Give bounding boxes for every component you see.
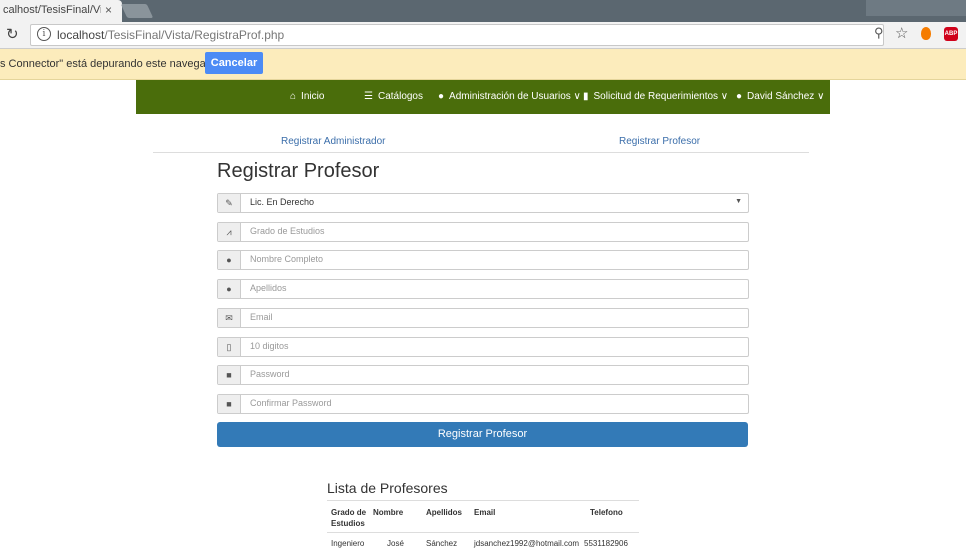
table-cell: José [387,539,404,548]
telefono-input[interactable]: ▯ 10 digitos [217,337,749,357]
confirm-password-placeholder: Confirmar Password [250,398,332,408]
app-navbar: ⌂ Inicio ☰ Catálogos ● Administración de Us… [136,80,830,114]
apellidos-placeholder: Apellidos [250,283,287,293]
confirm-password-input[interactable]: ■ Confirmar Password [217,394,749,414]
password-placeholder: Password [250,369,290,379]
adblock-icon[interactable]: ABP [944,27,958,41]
phone-icon: ▯ [218,338,241,356]
zoom-icon[interactable]: ⚲ [874,25,884,41]
user-icon: ● [218,280,241,298]
lock-icon: ■ [218,395,241,413]
user-icon: ● [218,251,241,269]
cancel-button[interactable]: Cancelar [205,52,263,74]
list-icon: ☰ [364,91,373,102]
extension-flame-icon[interactable] [921,27,931,40]
debug-message: s Connector" está depurando este navegad… [0,58,225,70]
file-icon: ▮ [583,91,589,102]
table-cell: Sánchez [426,539,458,548]
nav-item-inicio[interactable]: ⌂ Inicio [290,91,324,102]
nav-item-catalogos[interactable]: ☰ Catálogos [364,91,423,102]
star-icon[interactable]: ☆ [895,24,908,42]
table-cell: Ingeniero [331,539,365,548]
table-divider [327,500,639,501]
carrera-value: Lic. En Derecho [250,197,315,207]
graduation-cap-icon: ⩘ [218,223,241,241]
email-placeholder: Email [250,312,273,322]
page-title: Registrar Profesor [217,160,380,182]
carrera-select[interactable]: ✎ Lic. En Derecho ▼ [217,193,749,213]
nombre-completo-input[interactable]: ● Nombre Completo [217,250,749,270]
password-input[interactable]: ■ Password [217,365,749,385]
reload-icon[interactable]: ↻ [6,25,19,43]
table-cell: 5531182906 [584,539,628,548]
table-cell: jdsanchez1992@hotmail.com [474,539,580,548]
telefono-placeholder: 10 digitos [250,341,289,351]
info-icon[interactable]: i [37,27,51,41]
nombre-placeholder: Nombre Completo [250,254,324,264]
user-icon: ● [438,91,445,102]
new-tab-button[interactable] [120,4,154,18]
tab-title: calhost/TesisFinal/Vista [3,4,101,16]
url-text: localhost/TesisFinal/Vista/RegistraProf.… [57,28,285,42]
nav-item-administracion[interactable]: ● Administración de Usuarios ∨ [438,91,581,102]
email-input[interactable]: ✉ Email [217,308,749,328]
browser-toolbar: ↻ i localhost/TesisFinal/Vista/RegistraP… [0,22,966,49]
table-divider [327,532,639,533]
close-icon[interactable]: × [105,3,112,17]
table-header: Grado de Estudios [331,508,367,528]
chevron-down-icon: ▼ [735,198,742,205]
table-header: Telefono [590,508,623,517]
address-bar[interactable]: i localhost/TesisFinal/Vista/RegistraPro… [30,24,884,46]
nav-item-usuario[interactable]: ● David Sánchez ∨ [736,91,824,102]
tab-registrar-administrador[interactable]: Registrar Administrador [281,136,385,147]
browser-tab[interactable]: calhost/TesisFinal/Vista × [0,0,122,22]
table-header: Apellidos [426,508,463,517]
window-controls[interactable] [866,0,966,16]
user-icon: ● [736,91,743,102]
debug-infobar: s Connector" está depurando este navegad… [0,49,966,80]
tab-registrar-profesor[interactable]: Registrar Profesor [619,136,700,147]
grado-placeholder: Grado de Estudios [250,226,325,236]
registrar-profesor-button[interactable]: Registrar Profesor [217,422,748,447]
home-icon: ⌂ [290,91,297,102]
table-header: Email [474,508,496,517]
sub-tabs: Registrar Administrador Registrar Profes… [153,128,809,153]
pencil-icon: ✎ [218,194,241,212]
apellidos-input[interactable]: ● Apellidos [217,279,749,299]
table-header: Nombre [373,508,404,517]
list-title: Lista de Profesores [327,480,448,496]
lock-icon: ■ [218,366,241,384]
nav-item-solicitud[interactable]: ▮ Solicitud de Requerimientos ∨ [583,91,728,102]
grado-estudios-input[interactable]: ⩘ Grado de Estudios [217,222,749,242]
browser-tabstrip: calhost/TesisFinal/Vista × [0,0,966,22]
envelope-icon: ✉ [218,309,241,327]
